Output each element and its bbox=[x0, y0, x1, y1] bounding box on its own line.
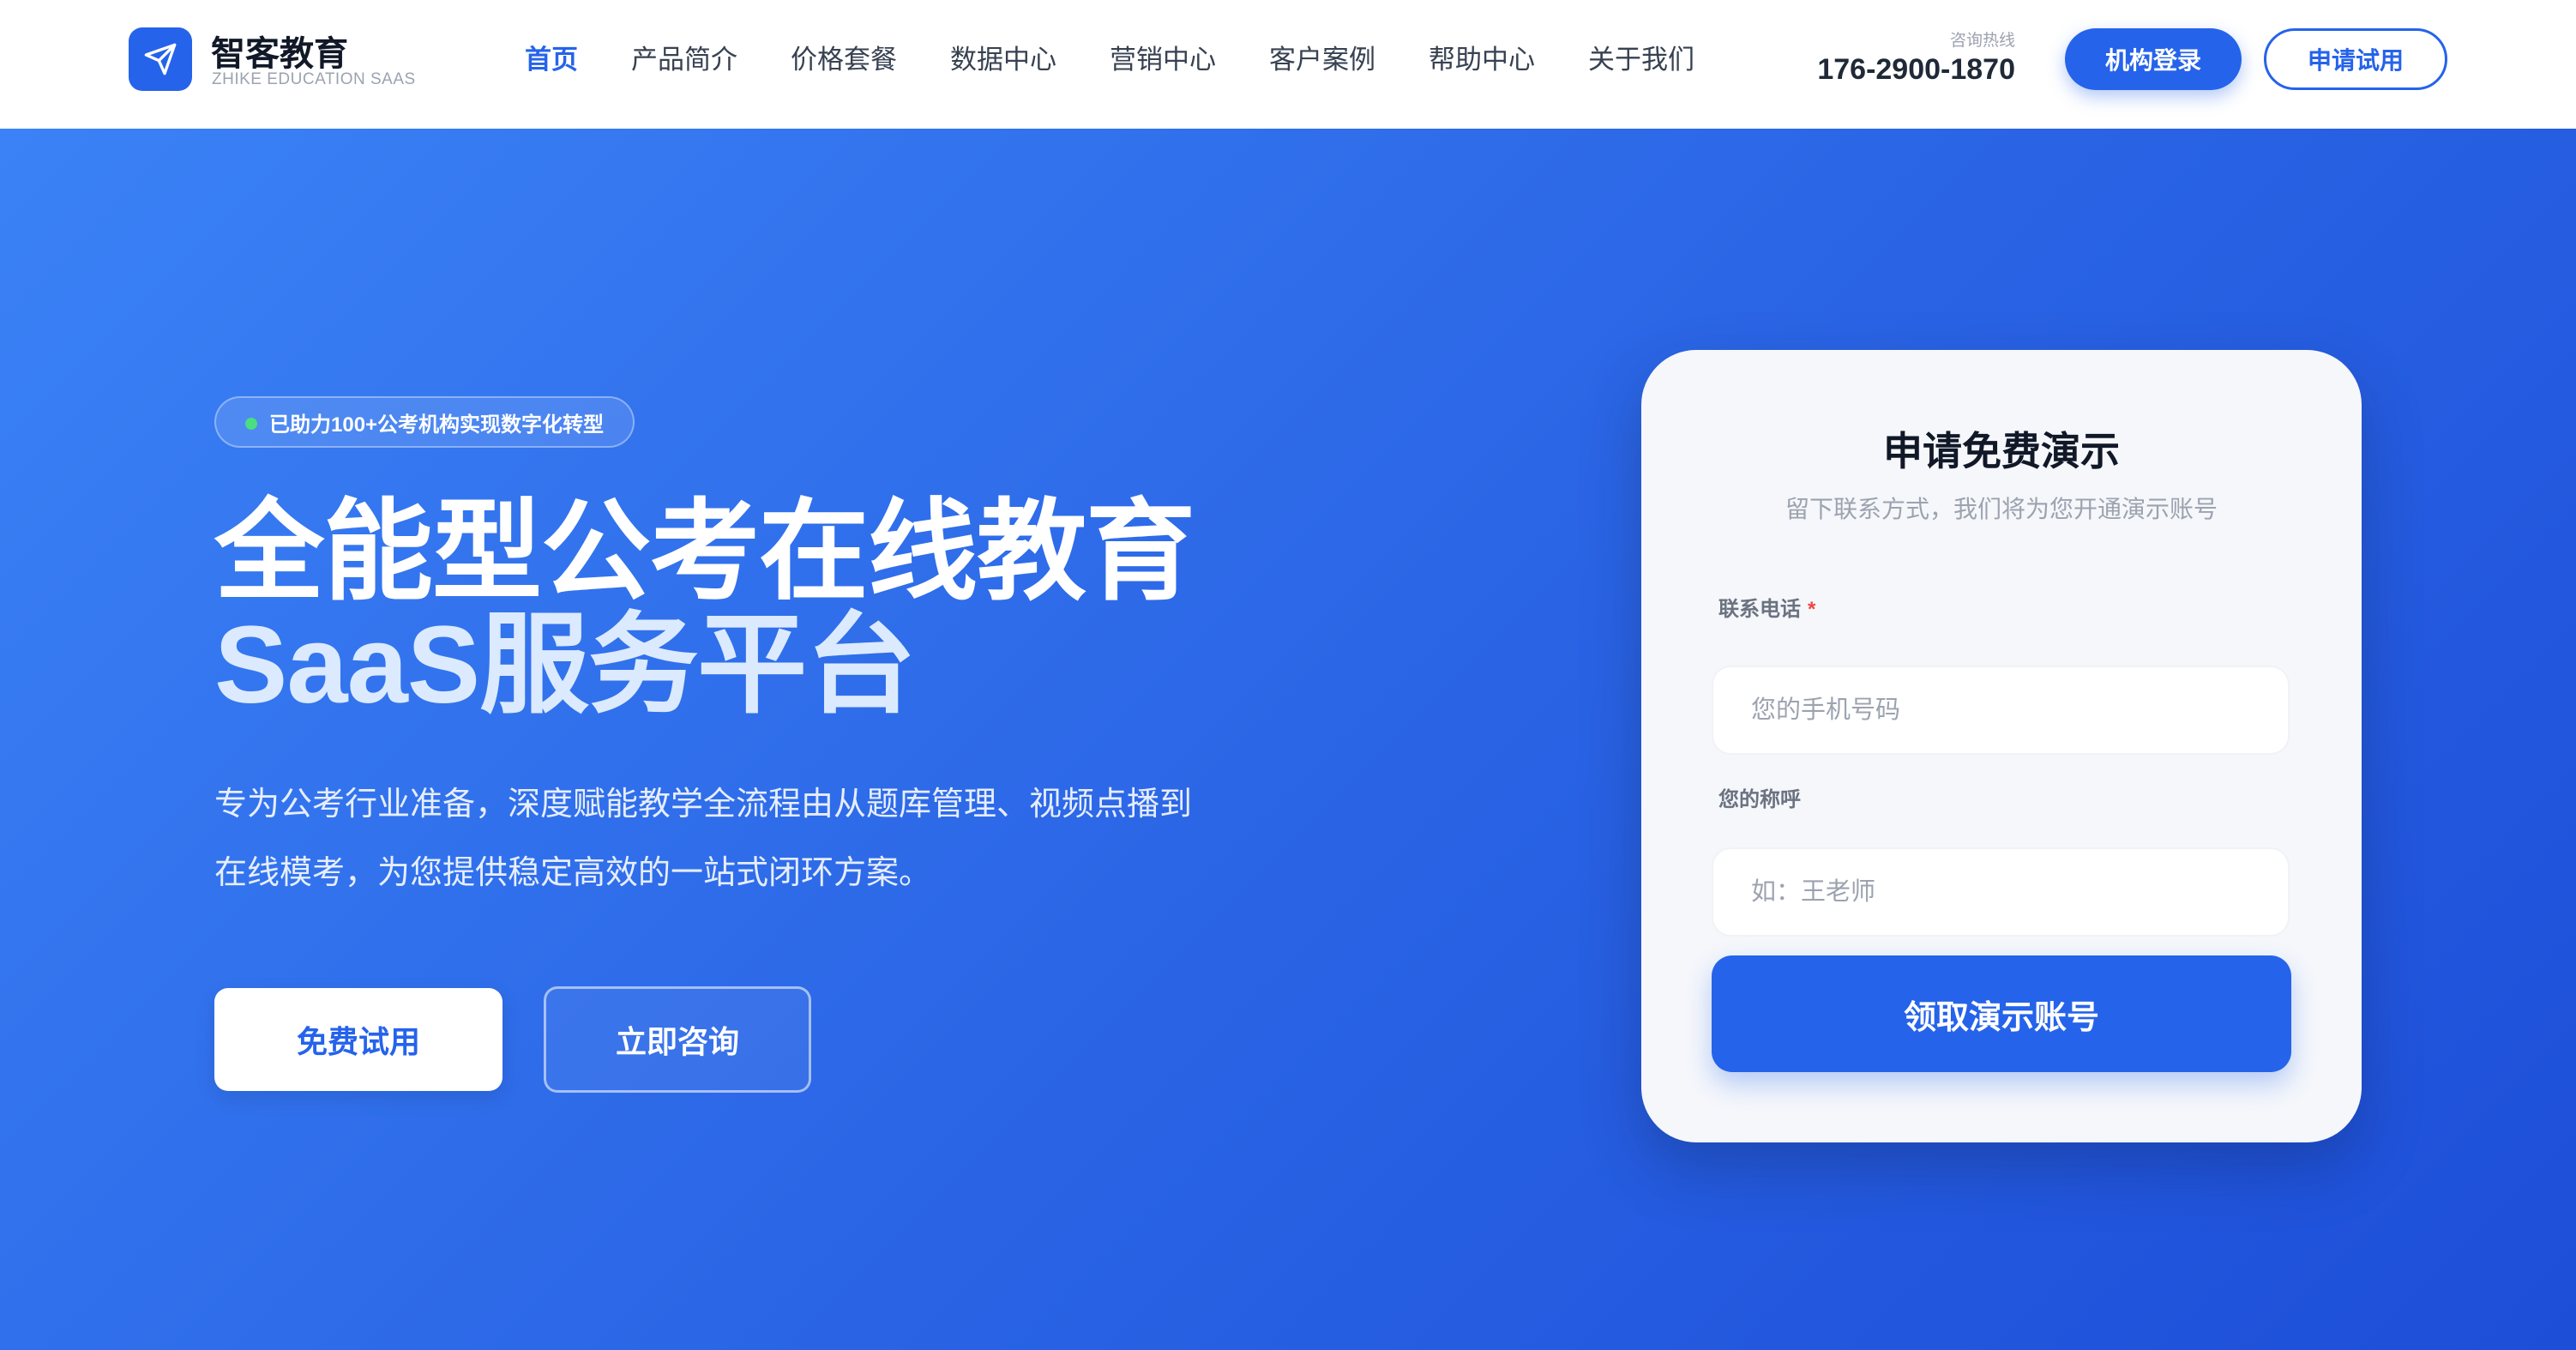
required-mark: * bbox=[1808, 598, 1816, 621]
logo[interactable] bbox=[129, 27, 192, 91]
hotline-number: 176-2900-1870 bbox=[1817, 53, 2015, 86]
nav-item-pricing[interactable]: 价格套餐 bbox=[791, 41, 897, 79]
brand-name: 智客教育 bbox=[211, 35, 348, 73]
hotline-label: 咨询热线 bbox=[1949, 32, 2015, 50]
nav-item-cases[interactable]: 客户案例 bbox=[1269, 41, 1375, 79]
apply-trial-button[interactable]: 申请试用 bbox=[2264, 28, 2447, 90]
phone-field-label: 联系电话 * bbox=[1718, 592, 1815, 622]
brand-subtitle: ZHIKE EDUCATION SAAS bbox=[212, 70, 416, 88]
nav-item-marketing[interactable]: 营销中心 bbox=[1110, 41, 1216, 79]
form-subtitle: 留下联系方式，我们将为您开通演示账号 bbox=[1785, 496, 2218, 522]
form-title: 申请免费演示 bbox=[1883, 429, 2120, 473]
demo-request-card: 申请免费演示 留下联系方式，我们将为您开通演示账号 联系电话 * 您的称呼 领取演… bbox=[1641, 350, 2362, 1142]
free-trial-button[interactable]: 免费试用 bbox=[214, 988, 503, 1091]
consult-button[interactable]: 立即咨询 bbox=[544, 986, 811, 1093]
hero-badge: 已助力100+公考机构实现数字化转型 bbox=[214, 396, 635, 448]
name-input[interactable] bbox=[1712, 847, 2290, 937]
hero-title-line2: SaaS服务平台 bbox=[214, 604, 916, 726]
phone-input[interactable] bbox=[1712, 666, 2290, 755]
name-field-label: 您的称呼 bbox=[1718, 788, 1801, 811]
phone-label-text: 联系电话 bbox=[1718, 598, 1801, 621]
hero-title-line1: 全能型公考在线教育 bbox=[214, 491, 1195, 613]
paper-plane-icon bbox=[144, 43, 177, 75]
hero-badge-text: 已助力100+公考机构实现数字化转型 bbox=[269, 413, 605, 437]
nav-item-help[interactable]: 帮助中心 bbox=[1429, 41, 1535, 79]
top-header: 智客教育 ZHIKE EDUCATION SAAS 首页 产品简介 价格套餐 数… bbox=[0, 0, 2576, 129]
nav-item-products[interactable]: 产品简介 bbox=[631, 41, 737, 79]
main-nav: 首页 产品简介 价格套餐 数据中心 营销中心 客户案例 帮助中心 关于我们 bbox=[525, 41, 1748, 79]
status-dot-icon bbox=[245, 418, 257, 430]
login-button[interactable]: 机构登录 bbox=[2065, 28, 2242, 90]
hero-description: 专为公考行业准备，深度赋能教学全流程由从题库管理、视频点播到在线模考，为您提供稳… bbox=[214, 786, 1193, 891]
get-demo-account-button[interactable]: 领取演示账号 bbox=[1712, 955, 2291, 1072]
nav-item-home[interactable]: 首页 bbox=[525, 41, 578, 79]
nav-item-about[interactable]: 关于我们 bbox=[1588, 41, 1694, 79]
nav-item-data-center[interactable]: 数据中心 bbox=[950, 41, 1056, 79]
